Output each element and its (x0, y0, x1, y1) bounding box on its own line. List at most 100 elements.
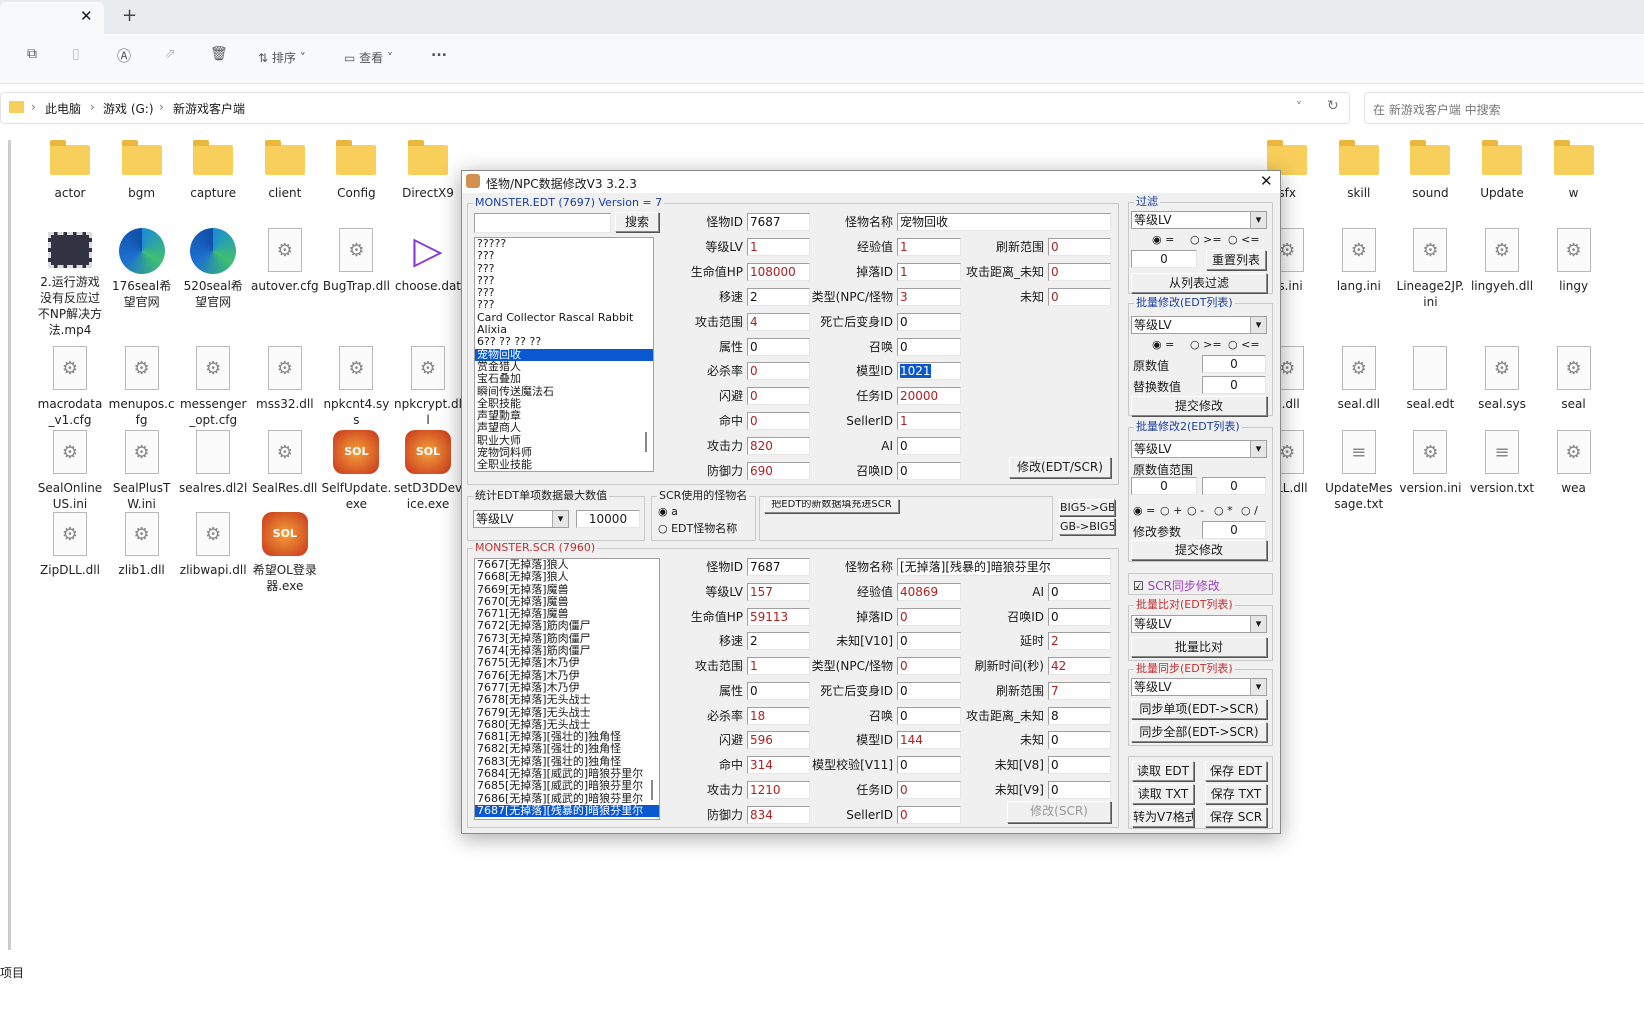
close-tab-icon[interactable]: ✕ (80, 7, 93, 25)
file-item[interactable]: ⚙ SealPlusTW.ini (107, 430, 177, 512)
file-item[interactable]: seal.edt (1395, 346, 1465, 412)
orig-value-input[interactable]: 0 (1202, 355, 1266, 373)
field-input[interactable]: [无掉落][残暴的]暗狼芬里尔 (897, 558, 1111, 576)
more-button[interactable]: ... (431, 44, 447, 60)
copy-icon[interactable]: ⧉ (27, 46, 37, 62)
op-radio[interactable]: ◉ = (1152, 338, 1174, 351)
list-item[interactable]: 7679[无掉落]无头战士 (475, 706, 659, 719)
list-item[interactable]: 7685[无掉落][威武的]暗狼芬里尔 (475, 780, 659, 793)
field-input[interactable]: 42 (1048, 657, 1111, 675)
list-item[interactable]: 7672[无掉落]筋肉僵尸 (475, 620, 659, 633)
list-item[interactable]: 7687[无掉落][残暴的]暗狼芬里尔 (475, 804, 659, 818)
field-input[interactable]: 0 (897, 437, 961, 456)
fill-scr-button[interactable]: 把EDT的新数据填充进SCR (764, 499, 899, 513)
file-item[interactable]: ⚙ BugTrap.dll (321, 228, 391, 294)
file-item[interactable]: SOL SelfUpdate.exe (321, 430, 391, 512)
file-item[interactable]: ⚙ ZipDLL.dll (35, 512, 105, 578)
file-item[interactable]: ⚙ lingy (1539, 228, 1609, 294)
file-item[interactable]: SOL 希望OL登录器.exe (250, 512, 320, 594)
file-item[interactable]: actor (35, 140, 105, 201)
batch2-select[interactable]: 等级LV (1131, 440, 1267, 458)
list-item[interactable]: 7682[无掉落][强壮的]独角怪 (475, 743, 659, 756)
sort-button[interactable]: ⇅ 排序 ˅ (258, 49, 306, 66)
stats-select[interactable]: 等级LV (473, 510, 569, 528)
op-radio[interactable]: ○ - (1187, 504, 1204, 517)
field-input[interactable]: 0 (897, 312, 961, 331)
field-input[interactable]: 0 (1048, 780, 1111, 799)
list-item[interactable]: 瞬间传送魔法石 (475, 385, 653, 398)
sync-select[interactable]: 等级LV (1131, 678, 1267, 696)
file-item[interactable]: ⚙ zlibwapi.dll (178, 512, 248, 578)
range-from-input[interactable]: 0 (1131, 477, 1197, 495)
history-chevron-icon[interactable]: ˅ (1296, 100, 1302, 114)
field-input[interactable]: 7 (1048, 681, 1111, 700)
field-input[interactable]: 0 (897, 462, 961, 480)
field-input[interactable]: 0 (1048, 731, 1111, 750)
file-item[interactable]: ⚙ seal.dll (1324, 346, 1394, 412)
scrollbar[interactable] (8, 140, 11, 950)
file-item[interactable]: ⚙ npkcnt4.sys (321, 346, 391, 428)
file-item[interactable]: ⚙ autover.cfg (250, 228, 320, 294)
scr-sync-checkbox[interactable]: ☑ SCR同步修改 (1133, 577, 1220, 594)
read-txt-button[interactable]: 读取 TXT (1132, 784, 1194, 804)
scr-list[interactable]: 7667[无掉落]狼人 7668[无掉落]狼人 7669[无掉落]魔兽 7670[无掉… (474, 558, 660, 820)
field-input[interactable]: 0 (1048, 756, 1111, 774)
field-input[interactable]: 0 (1048, 607, 1111, 626)
file-item[interactable]: ▷ choose.dat (393, 228, 463, 294)
file-item[interactable]: ⚙ lang.ini (1324, 228, 1394, 294)
field-input[interactable]: 0 (897, 805, 961, 824)
file-item[interactable]: DirectX9 (393, 140, 463, 201)
sync-all-button[interactable]: 同步全部(EDT->SCR) (1131, 722, 1267, 742)
file-item[interactable]: ⚙ seal (1539, 346, 1609, 412)
list-item[interactable]: ??? (475, 299, 653, 312)
list-item[interactable]: 7668[无掉落]狼人 (475, 570, 659, 583)
list-item[interactable]: 6?? ?? ?? ?? (475, 336, 653, 349)
file-item[interactable]: ⚙ SealOnlineUS.ini (35, 430, 105, 512)
op-radio[interactable]: ○ >= (1190, 233, 1222, 246)
file-item[interactable]: ⚙ SealRes.dll (250, 430, 320, 496)
gb-to-big5-button[interactable]: GB->BIG5 (1059, 518, 1115, 535)
file-item[interactable]: sealres.dl2l (178, 430, 248, 496)
submit-batch2-button[interactable]: 提交修改 (1131, 540, 1267, 560)
list-item[interactable]: ????? (475, 238, 653, 250)
to-v7-button[interactable]: 转为V7格式 (1132, 807, 1194, 827)
submit-batch-button[interactable]: 提交修改 (1131, 396, 1267, 416)
file-item[interactable]: ⚙ zlib1.dll (107, 512, 177, 578)
file-item[interactable]: Config (321, 140, 391, 201)
save-scr-button[interactable]: 保存 SCR (1205, 807, 1267, 827)
list-item[interactable]: 声望商人 (475, 422, 653, 435)
breadcrumb-item[interactable]: 此电脑 (45, 100, 81, 117)
list-item[interactable]: 7675[无掉落]木乃伊 (475, 657, 659, 670)
field-input[interactable]: 0 (1048, 262, 1111, 281)
read-edt-button[interactable]: 读取 EDT (1132, 761, 1194, 781)
modify-scr-button[interactable]: 修改(SCR) (1007, 801, 1111, 823)
op-radio[interactable]: ○ + (1160, 504, 1182, 517)
op-radio[interactable]: ○ * (1214, 504, 1233, 517)
field-input[interactable]: 1 (897, 412, 961, 431)
save-txt-button[interactable]: 保存 TXT (1205, 784, 1267, 804)
file-item[interactable]: SOL setD3DDevice.exe (393, 430, 463, 512)
delete-icon[interactable]: 🗑 (210, 46, 228, 62)
file-item[interactable]: w (1539, 140, 1609, 201)
op-radio[interactable]: ○ >= (1190, 338, 1222, 351)
file-item[interactable]: 176seal希望官网 (107, 228, 177, 310)
field-input[interactable]: 0 (1048, 582, 1111, 601)
sync-single-button[interactable]: 同步单项(EDT->SCR) (1131, 699, 1267, 719)
big5-to-gb-button[interactable]: BIG5->GB (1059, 499, 1115, 516)
edt-search-input[interactable] (474, 213, 611, 233)
field-input[interactable]: 0 (1048, 237, 1111, 256)
file-item[interactable]: ⚙ seal.sys (1467, 346, 1537, 412)
field-input[interactable]: 宠物回收 (897, 213, 1111, 231)
file-item[interactable]: Update (1467, 140, 1537, 201)
breadcrumb-item[interactable]: 游戏 (G:) (103, 100, 154, 117)
file-item[interactable]: ⚙ Lineage2JP.ini (1395, 228, 1465, 310)
scr-name-radio[interactable]: ◉ a (658, 505, 678, 518)
file-item[interactable]: ≡ UpdateMessage.txt (1324, 430, 1394, 512)
compare-select[interactable]: 等级LV (1131, 615, 1267, 633)
list-item[interactable]: ??? (475, 274, 653, 287)
edt-list[interactable]: ???????????????????? Card Collector Rasca… (474, 237, 654, 472)
replace-value-input[interactable]: 0 (1202, 376, 1266, 394)
list-item[interactable]: 全职业技能 (475, 459, 653, 471)
file-item[interactable]: ⚙ version.ini (1395, 430, 1465, 496)
list-item[interactable]: ??? (475, 249, 653, 262)
